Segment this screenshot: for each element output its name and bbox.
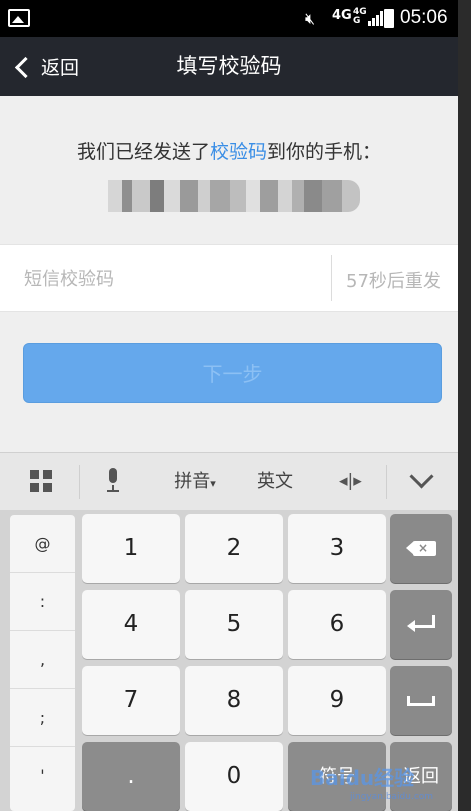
dropdown-arrow-icon: ▾ [210, 477, 216, 490]
key-9[interactable]: 9 [288, 666, 386, 735]
signal-bars-icon [368, 11, 383, 26]
symbol-key[interactable]: ; [10, 689, 75, 747]
chevron-left-icon [14, 56, 37, 78]
message-suffix: 到你的手机： [267, 141, 382, 163]
mute-icon: 🔇︎ [305, 9, 316, 28]
phone-screen: 🔇︎ 4G 4G G 05:06 填写校验码 返回 我们已经发送了校验码到你的手机… [0, 0, 458, 811]
key-3[interactable]: 3 [288, 514, 386, 583]
code-input-row: 57秒后重发 [0, 244, 458, 312]
keyboard-toolbar: 拼音▾ 英文 ◂|▸ [0, 452, 458, 511]
chevron-down-icon[interactable] [409, 464, 434, 489]
verification-code-link: 校验码 [209, 141, 267, 163]
symbol-key[interactable]: @ [10, 515, 75, 573]
status-time: 05:06 [400, 7, 448, 28]
cursor-move-icon[interactable]: ◂|▸ [339, 471, 362, 491]
key-4[interactable]: 4 [82, 590, 180, 659]
divider [331, 255, 332, 301]
back-label: 返回 [41, 57, 80, 79]
blurred-phone-number [108, 180, 360, 212]
battery-icon [384, 9, 394, 28]
network-type-secondary: 4G G [353, 7, 367, 26]
sms-code-input[interactable] [22, 259, 316, 299]
backspace-key[interactable]: × [390, 514, 452, 583]
symbol-key[interactable]: : [10, 573, 75, 631]
pinyin-mode-button[interactable]: 拼音▾ [160, 453, 230, 510]
image-notification-icon [8, 9, 30, 27]
key-8[interactable]: 8 [185, 666, 283, 735]
message-prefix: 我们已经发送了 [76, 141, 210, 163]
network-type-label: 4G [332, 8, 352, 23]
back-button[interactable]: 返回 [14, 37, 80, 96]
microphone-icon[interactable] [106, 468, 120, 494]
watermark: Baidu经验 jingyan.baidu.com [300, 752, 458, 811]
space-icon [407, 696, 435, 706]
symbol-key[interactable]: ' [10, 747, 75, 805]
key-6[interactable]: 6 [288, 590, 386, 659]
screen-edge [458, 0, 471, 811]
grid-menu-icon[interactable] [30, 470, 52, 492]
key-5[interactable]: 5 [185, 590, 283, 659]
key-0[interactable]: 0 [185, 742, 283, 811]
watermark-subtext: jingyan.baidu.com [350, 792, 434, 802]
next-step-button[interactable]: 下一步 [23, 343, 442, 403]
symbol-key[interactable]: , [10, 631, 75, 689]
toolbar-divider [79, 465, 80, 499]
english-mode-button[interactable]: 英文 [245, 453, 305, 510]
key-2[interactable]: 2 [185, 514, 283, 583]
dot-key[interactable]: . [82, 742, 180, 811]
status-bar: 🔇︎ 4G 4G G 05:06 [0, 0, 458, 37]
enter-icon [407, 615, 435, 633]
resend-countdown: 57秒后重发 [346, 271, 441, 292]
enter-key[interactable] [390, 590, 452, 659]
nav-bar: 填写校验码 返回 [0, 37, 458, 96]
sent-message: 我们已经发送了校验码到你的手机： [0, 137, 458, 164]
symbol-column: @ : , ; ' [10, 515, 75, 811]
key-7[interactable]: 7 [82, 666, 180, 735]
key-1[interactable]: 1 [82, 514, 180, 583]
backspace-icon: × [406, 541, 436, 556]
space-key[interactable] [390, 666, 452, 735]
toolbar-divider [386, 465, 387, 499]
watermark-text: Baidu经验 [310, 766, 415, 790]
